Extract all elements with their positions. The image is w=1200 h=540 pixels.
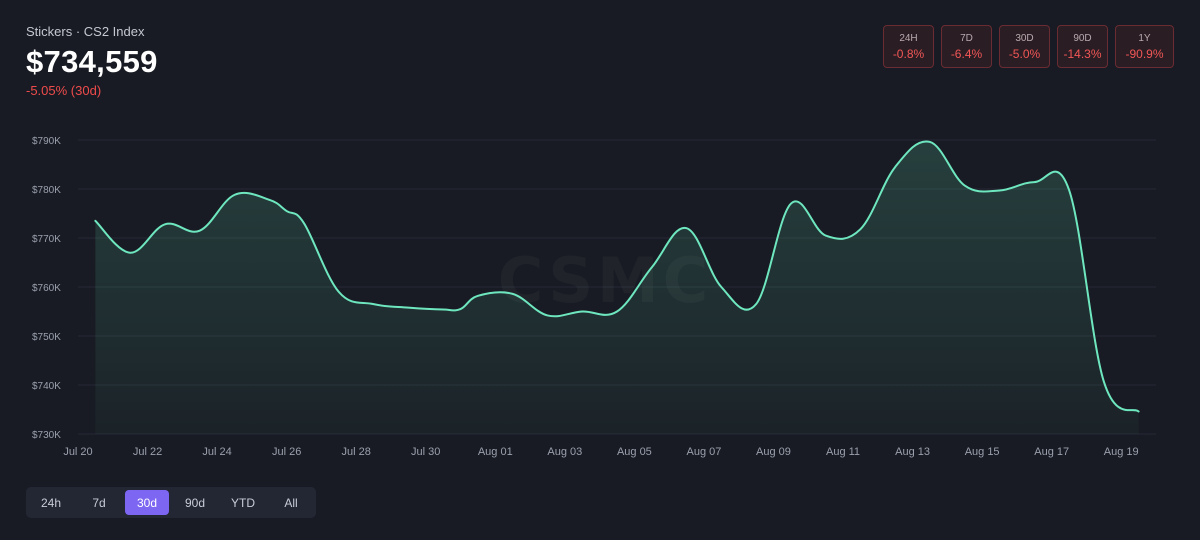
price-chart[interactable]: $730K $740K $750K $760K $770K $780K $790K Jul … xyxy=(0,0,1200,470)
y-tick-label: $780K xyxy=(32,185,61,196)
x-tick-label: Aug 13 xyxy=(895,446,930,458)
x-tick-label: Jul 28 xyxy=(342,446,371,458)
y-tick-label: $760K xyxy=(32,283,61,294)
x-tick-label: Jul 24 xyxy=(202,446,231,458)
x-tick-label: Aug 15 xyxy=(965,446,1000,458)
x-tick-label: Jul 22 xyxy=(133,446,162,458)
y-axis: $730K $740K $750K $760K $770K $780K $790K xyxy=(32,136,61,441)
y-tick-label: $770K xyxy=(32,234,61,245)
x-axis: Jul 20 Jul 22 Jul 24 Jul 26 Jul 28 Jul 30 Aug … xyxy=(63,446,1138,458)
y-tick-label: $750K xyxy=(32,332,61,343)
x-tick-label: Aug 17 xyxy=(1034,446,1069,458)
y-tick-label: $730K xyxy=(32,430,61,441)
range-7d-button[interactable]: 7d xyxy=(77,490,121,515)
x-tick-label: Aug 07 xyxy=(686,446,721,458)
x-tick-label: Aug 19 xyxy=(1104,446,1139,458)
range-30d-button[interactable]: 30d xyxy=(125,490,169,515)
range-90d-button[interactable]: 90d xyxy=(173,490,217,515)
x-tick-label: Aug 11 xyxy=(826,446,860,458)
x-tick-label: Jul 20 xyxy=(63,446,92,458)
y-tick-label: $790K xyxy=(32,136,61,147)
x-tick-label: Jul 30 xyxy=(411,446,440,458)
x-tick-label: Aug 03 xyxy=(547,446,582,458)
range-ytd-button[interactable]: YTD xyxy=(221,490,265,515)
time-range-selector: 24h 7d 30d 90d YTD All xyxy=(26,487,316,518)
y-tick-label: $740K xyxy=(32,381,61,392)
x-tick-label: Aug 01 xyxy=(478,446,513,458)
x-tick-label: Aug 09 xyxy=(756,446,791,458)
range-24h-button[interactable]: 24h xyxy=(29,490,73,515)
x-tick-label: Jul 26 xyxy=(272,446,301,458)
x-tick-label: Aug 05 xyxy=(617,446,652,458)
range-all-button[interactable]: All xyxy=(269,490,313,515)
